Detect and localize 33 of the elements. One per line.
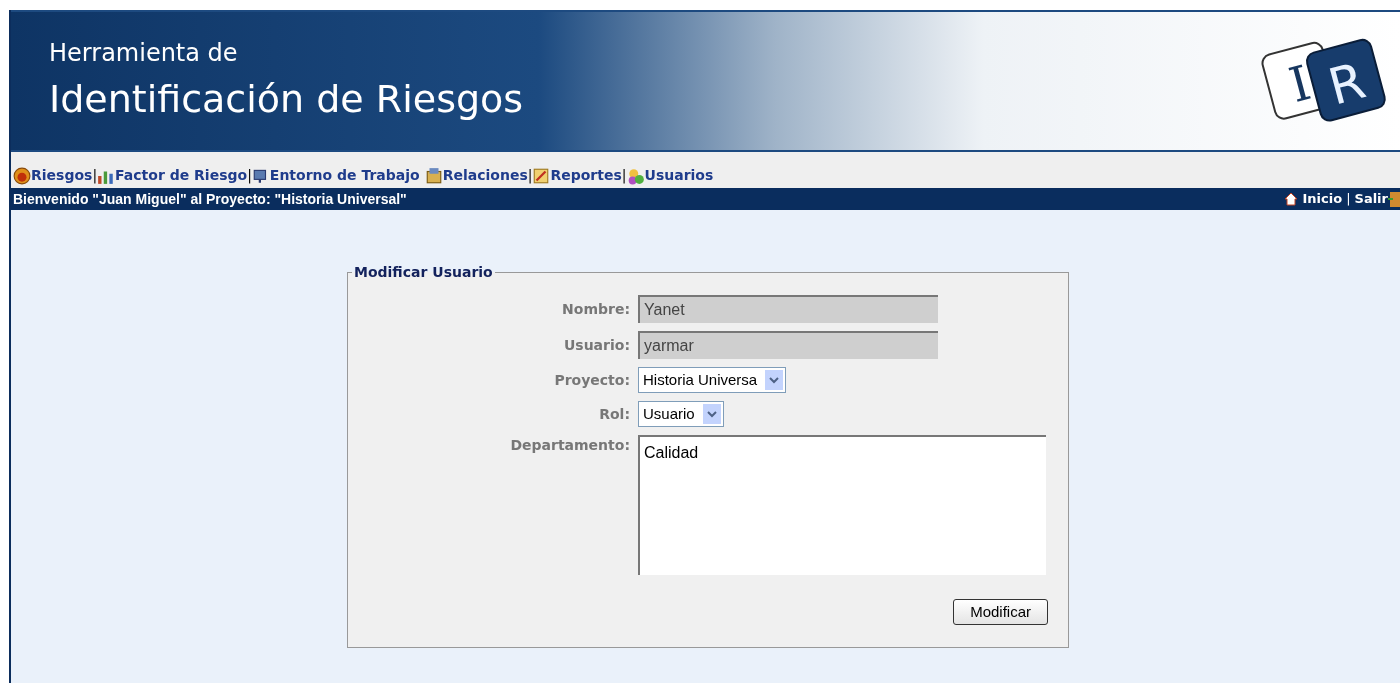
nav-separator: |: [527, 166, 533, 186]
submit-button[interactable]: Modificar: [953, 599, 1048, 625]
nav-link[interactable]: Factor de Riesgo: [115, 165, 248, 186]
dropdown[interactable]: Usuario: [638, 401, 724, 427]
header-link[interactable]: Salir: [1354, 189, 1388, 209]
door-icon: [1388, 191, 1400, 207]
home-icon: [1284, 192, 1299, 206]
header-link[interactable]: Inicio: [1302, 189, 1343, 209]
nav-link[interactable]: Relaciones: [442, 165, 528, 186]
nav-link[interactable]: Entorno de Trabajo: [269, 165, 420, 186]
field-label: Departamento:: [509, 436, 631, 455]
chevron-icon: [702, 404, 721, 424]
field-label: Rol:: [598, 404, 631, 424]
people-icon: [626, 166, 645, 185]
field-label: Proyecto:: [553, 370, 631, 390]
field-label: Usuario:: [562, 335, 631, 355]
nav-link[interactable]: Riesgos: [31, 165, 93, 186]
nav-link[interactable]: Usuarios: [644, 165, 714, 186]
welcome-message: Bienvenido "Juan Miguel" al Proyecto: "Historia Universal": [13, 189, 407, 209]
nav-separator: |: [92, 166, 98, 186]
chevron-icon: [765, 370, 784, 390]
box-icon: [424, 166, 443, 185]
app-title: Identificación de Riesgos: [49, 76, 524, 124]
link-separator: |: [1346, 190, 1351, 209]
app-subtitle: Herramienta de: [49, 38, 239, 69]
nav-separator: |: [621, 166, 627, 186]
form-legend: Modificar Usuario: [352, 262, 495, 283]
nav-separator: |: [247, 166, 252, 186]
dropdown[interactable]: Historia Universa: [638, 367, 787, 393]
note-icon: [532, 166, 551, 185]
field-label: Nombre:: [561, 299, 631, 319]
textarea-field[interactable]: Calidad: [638, 435, 1046, 575]
nav-link[interactable]: Reportes: [550, 165, 622, 186]
